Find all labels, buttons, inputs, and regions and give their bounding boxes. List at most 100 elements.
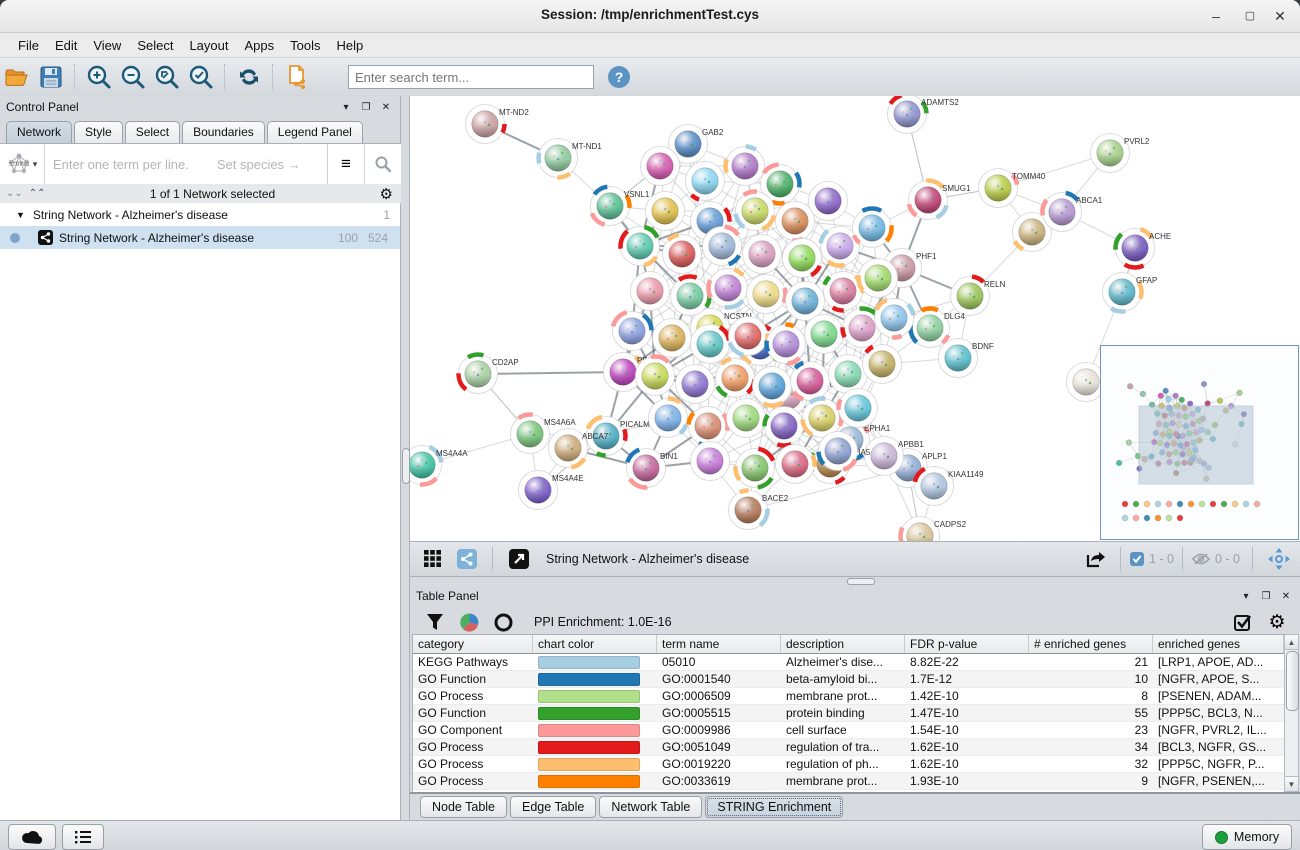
filter-button[interactable] [420,607,450,637]
tab-boundaries[interactable]: Boundaries [182,121,265,143]
node-BACE2[interactable]: BACE2 [729,490,789,529]
network-view[interactable]: MT-ND2MT-ND1VSNL1GAB2ADAMTS2SMUG1TOMM40P… [410,96,1300,541]
node[interactable] [729,317,768,356]
chart-color-button[interactable] [454,607,484,637]
export-network-button[interactable] [1080,544,1110,574]
column-header-FDR-p-value[interactable]: FDR p-value [905,635,1029,653]
column-header-enriched-genes[interactable]: enriched genes [1153,635,1284,653]
zoom-selected-button[interactable] [186,62,216,92]
node-BIN1[interactable]: BIN1 [627,449,679,488]
table-row[interactable]: KEGG Pathways05010Alzheimer's dise...8.8… [413,654,1285,671]
species-hint[interactable]: Set species → [217,157,301,172]
network-options-gear-icon[interactable]: ⚙ [380,185,393,203]
table-row[interactable]: GO ProcessGO:0006509membrane prot...1.42… [413,688,1285,705]
table-row[interactable]: GO ProcessGO:0051049regulation of tra...… [413,739,1285,756]
tab-style[interactable]: Style [74,121,123,143]
panel-float-icon[interactable]: ❐ [358,102,374,113]
node-KIAA1149[interactable]: KIAA1149 [915,467,984,506]
node[interactable] [676,365,715,404]
node[interactable] [805,315,844,354]
menu-tools[interactable]: Tools [282,35,328,56]
menu-file[interactable]: File [10,35,47,56]
tab-string-enrichment[interactable]: STRING Enrichment [705,796,843,818]
table-row[interactable]: GO FunctionGO:0001540beta-amyloid bi...1… [413,671,1285,688]
minimize-button[interactable]: – [1202,4,1230,28]
node-ADAMTS2[interactable]: ADAMTS2 [888,96,960,134]
node[interactable] [708,269,747,308]
splitter-handle[interactable] [402,448,410,484]
node[interactable] [859,259,898,298]
scrollbar-thumb[interactable] [1286,651,1299,711]
node-ACHE[interactable]: ACHE [1116,229,1172,268]
node[interactable] [653,319,692,358]
panel-menu-icon[interactable]: ▾ [1238,591,1254,602]
network-collection-row[interactable]: ▼ String Network - Alzheimer's disease 1 [0,203,400,226]
node[interactable] [735,449,774,488]
clone-network-button[interactable] [282,62,312,92]
menu-view[interactable]: View [85,35,129,56]
node[interactable] [613,312,652,351]
node[interactable] [736,191,775,230]
open-session-button[interactable] [2,62,32,92]
node[interactable] [776,202,815,241]
viewport-rect[interactable] [1139,406,1253,484]
menu-select[interactable]: Select [129,35,181,56]
node[interactable] [691,325,730,364]
node[interactable] [646,192,685,231]
node[interactable] [767,324,806,363]
node[interactable] [819,432,858,471]
node[interactable] [649,398,688,437]
node-SMUG1[interactable]: SMUG1 [909,181,972,220]
table-row[interactable]: GO ComponentGO:0009986cell surface1.54E-… [413,722,1285,739]
node[interactable] [809,182,848,221]
zoom-fit-button[interactable] [152,62,182,92]
maximize-button[interactable]: ▢ [1236,4,1264,28]
node[interactable] [663,235,702,274]
grid-view-button[interactable] [418,544,448,574]
select-terms-button[interactable] [1228,607,1258,637]
tab-edge-table[interactable]: Edge Table [510,796,596,818]
open-in-string-button[interactable] [504,544,534,574]
table-scrollbar[interactable]: ▲ ▼ [1284,634,1299,792]
node-MS4A4A[interactable]: MS4A4A [410,446,468,485]
string-search-button[interactable] [364,144,401,184]
node[interactable] [863,345,902,384]
menu-edit[interactable]: Edit [47,35,85,56]
node-BDNF[interactable]: BDNF [939,339,994,378]
column-header-description[interactable]: description [781,635,905,653]
string-options-button[interactable]: ≡ [327,144,364,184]
enrichment-settings-button[interactable]: ⚙ [1262,607,1292,637]
table-row[interactable]: GO ProcessGO:0033619membrane prot...1.93… [413,773,1285,790]
column-header-term-name[interactable]: term name [657,635,781,653]
help-button[interactable]: ? [608,66,630,88]
pan-compass-button[interactable] [1264,544,1294,574]
node[interactable] [853,208,892,247]
refresh-button[interactable] [234,62,264,92]
node[interactable] [753,367,792,406]
string-logo-button[interactable]: STRING ▾ [0,144,45,184]
node[interactable] [747,275,786,314]
panel-float-icon[interactable]: ❐ [1258,591,1274,602]
node[interactable] [726,147,765,186]
birdseye-view[interactable] [1100,345,1299,540]
scroll-down-arrow[interactable]: ▼ [1285,776,1298,791]
node-MS4A4E[interactable]: MS4A4E [519,471,584,510]
task-list-button[interactable] [62,824,104,850]
node[interactable] [689,407,728,446]
search-input[interactable] [348,65,594,89]
node[interactable] [839,389,878,428]
node-CADPS2[interactable]: CADPS2 [901,517,967,542]
network-row[interactable]: String Network - Alzheimer's disease 100… [0,226,400,249]
menu-apps[interactable]: Apps [237,35,283,56]
node-MT-ND1[interactable]: MT-ND1 [539,139,603,178]
node[interactable] [703,227,742,266]
tab-network[interactable]: Network [6,121,72,143]
node[interactable] [691,442,730,481]
node-GFAP[interactable]: GFAP [1103,273,1158,312]
menu-layout[interactable]: Layout [181,35,236,56]
column-header-chart-color[interactable]: chart color [533,635,657,653]
node[interactable] [621,227,660,266]
panel-close-icon[interactable]: ✕ [378,102,394,113]
close-button[interactable]: ✕ [1266,4,1294,28]
tree-expand-icon[interactable]: ▼ [16,210,25,220]
